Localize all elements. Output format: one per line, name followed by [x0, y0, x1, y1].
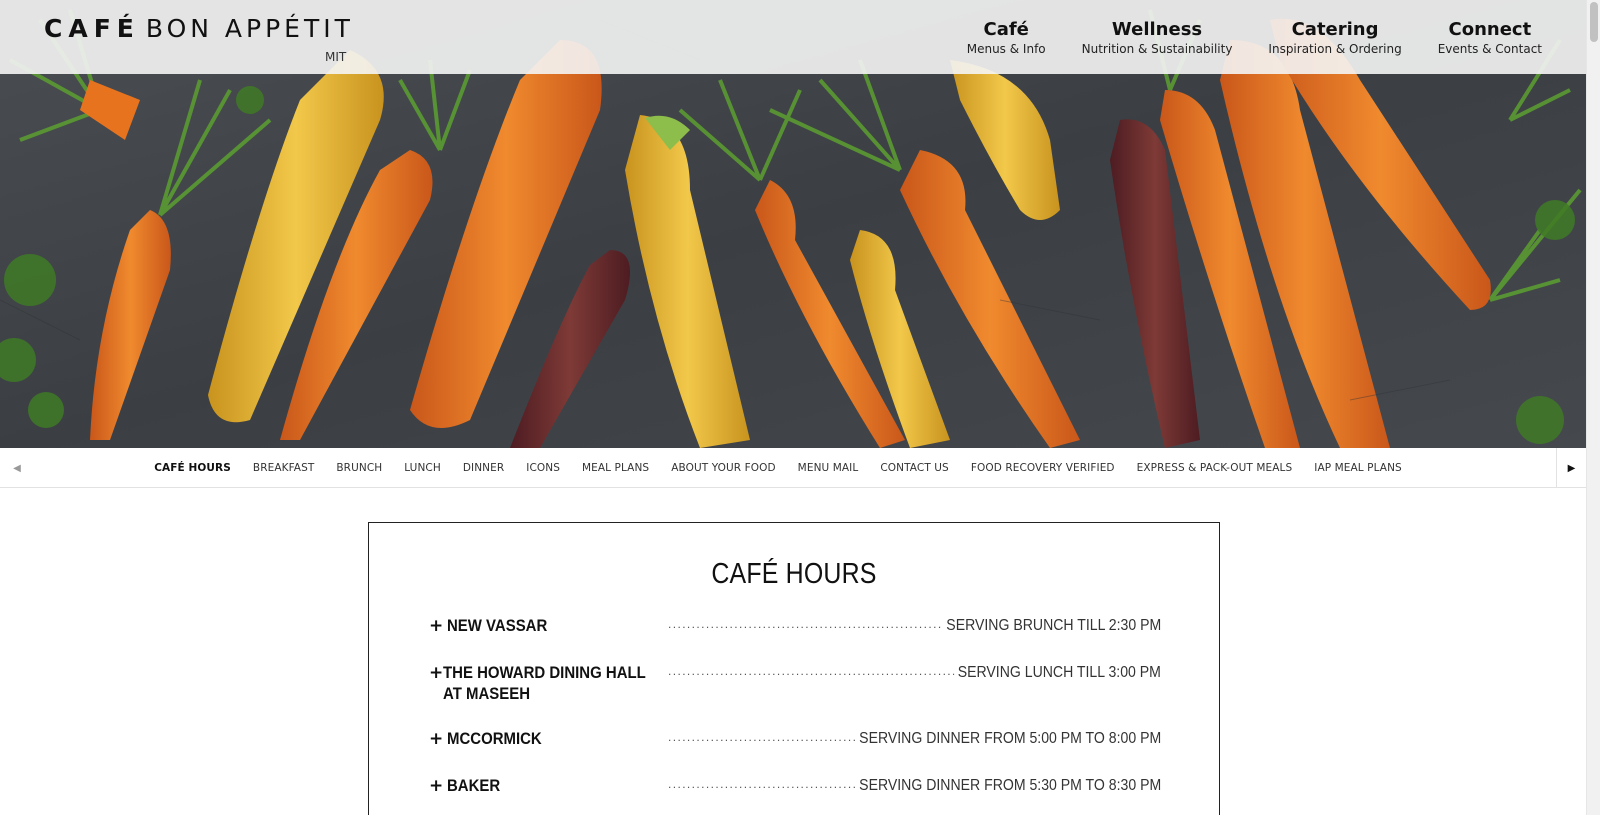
dot-leader: ........................................…: [668, 730, 868, 744]
nav-connect-subtitle: Events & Contact: [1437, 42, 1542, 56]
subnav-express-pack-out-meals[interactable]: EXPRESS & PACK-OUT MEALS: [1137, 462, 1293, 474]
location-name: MCCORMICK: [447, 729, 542, 748]
subnav-dinner[interactable]: DINNER: [463, 462, 504, 474]
location-toggle[interactable]: + THE HOWARD DINING HALL AT MASEEH: [429, 662, 665, 704]
nav-catering[interactable]: Catering Inspiration & Ordering: [1250, 18, 1419, 56]
subnav-meal-plans[interactable]: MEAL PLANS: [582, 462, 649, 474]
serving-hours: SERVING LUNCH TILL 3:00 PM: [954, 662, 1161, 684]
location-name: BAKER: [447, 776, 501, 795]
page-scrollbar[interactable]: [1586, 0, 1600, 815]
scrollbar-thumb[interactable]: [1590, 2, 1598, 42]
location-toggle[interactable]: + MCCORMICK: [429, 728, 665, 750]
serving-hours: SERVING BRUNCH TILL 2:30 PM: [942, 615, 1161, 637]
site-logo[interactable]: CAFÉ BON APPÉTIT: [44, 14, 354, 43]
dot-leader: ........................................…: [668, 777, 868, 791]
section-subnav: ◀ CAFÉ HOURS BREAKFAST BRUNCH LUNCH DINN…: [0, 448, 1586, 488]
subnav-cafe-hours[interactable]: CAFÉ HOURS: [154, 462, 231, 474]
subnav-food-recovery-verified[interactable]: FOOD RECOVERY VERIFIED: [971, 462, 1115, 474]
nav-connect[interactable]: Connect Events & Contact: [1420, 18, 1560, 56]
nav-wellness-title: Wellness: [1111, 19, 1203, 40]
nav-cafe[interactable]: Café Menus & Info: [949, 18, 1064, 56]
plus-icon: +: [429, 663, 444, 683]
location-toggle[interactable]: + BAKER: [429, 775, 665, 797]
subnav-lunch[interactable]: LUNCH: [404, 462, 441, 474]
subnav-iap-meal-plans[interactable]: IAP MEAL PLANS: [1314, 462, 1402, 474]
chevron-right-icon[interactable]: ▶: [1556, 448, 1586, 488]
serving-hours: SERVING DINNER FROM 5:00 PM TO 8:00 PM: [855, 728, 1161, 750]
nav-wellness[interactable]: Wellness Nutrition & Sustainability: [1064, 18, 1251, 56]
location-name: THE HOWARD DINING HALL: [443, 663, 647, 682]
subnav-menu-mail[interactable]: MENU MAIL: [798, 462, 859, 474]
subnav-breakfast[interactable]: BREAKFAST: [253, 462, 314, 474]
subnav-items: CAFÉ HOURS BREAKFAST BRUNCH LUNCH DINNER…: [0, 448, 1556, 488]
dot-leader: ........................................…: [668, 617, 958, 631]
site-header: CAFÉ BON APPÉTIT MIT Café Menus & Info W…: [0, 0, 1586, 74]
plus-icon: +: [429, 776, 444, 796]
location-toggle[interactable]: + NEW VASSAR: [429, 615, 665, 637]
nav-cafe-title: Café: [983, 19, 1029, 40]
subnav-about-your-food[interactable]: ABOUT YOUR FOOD: [671, 462, 775, 474]
cafe-hours-card: CAFÉ HOURS + NEW VASSAR ................…: [368, 522, 1220, 815]
logo-location-label: MIT: [325, 50, 347, 64]
plus-icon: +: [429, 616, 444, 636]
main-navigation: Café Menus & Info Wellness Nutrition & S…: [949, 18, 1560, 56]
plus-icon: +: [429, 729, 444, 749]
cafe-hours-title: CAFÉ HOURS: [711, 558, 877, 590]
logo-cafe-text: CAFÉ: [44, 14, 140, 43]
nav-catering-title: Catering: [1291, 19, 1379, 40]
logo-bon-appetit-text: BON APPÉTIT: [145, 14, 354, 43]
location-name: NEW VASSAR: [447, 616, 548, 635]
dot-leader: ........................................…: [668, 664, 958, 678]
subnav-brunch[interactable]: BRUNCH: [336, 462, 382, 474]
nav-wellness-subtitle: Nutrition & Sustainability: [1081, 42, 1233, 56]
serving-hours: SERVING DINNER FROM 5:30 PM TO 8:30 PM: [855, 775, 1161, 797]
subnav-contact-us[interactable]: CONTACT US: [880, 462, 948, 474]
location-name-line2: AT MASEEH: [443, 684, 531, 703]
nav-catering-subtitle: Inspiration & Ordering: [1268, 42, 1402, 56]
nav-cafe-subtitle: Menus & Info: [966, 42, 1046, 56]
nav-connect-title: Connect: [1448, 19, 1532, 40]
subnav-icons[interactable]: ICONS: [526, 462, 560, 474]
